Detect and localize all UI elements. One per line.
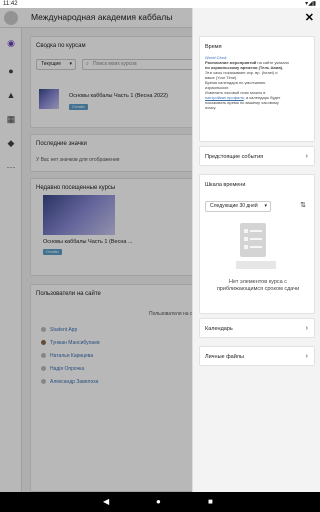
status-time: 11:42 bbox=[3, 1, 18, 7]
timeline-empty-text: Нет элементов курса с приближающимся сро… bbox=[216, 279, 300, 292]
calendar-title: Календарь bbox=[205, 326, 233, 332]
timeline-block: Шкала времени Следующие 30 дней ▾ ⇅ Нет … bbox=[199, 174, 315, 314]
sort-icon[interactable]: ⇅ bbox=[300, 201, 306, 209]
status-icons: ▾◢▮ bbox=[305, 1, 316, 7]
home-icon[interactable]: ● bbox=[156, 497, 161, 507]
close-icon[interactable]: ✕ bbox=[305, 13, 314, 24]
timeline-range-value: Следующие 30 дней bbox=[210, 203, 258, 209]
drawer-scrim[interactable] bbox=[0, 8, 192, 492]
status-bar: 11:42 ▾◢▮ bbox=[0, 0, 320, 8]
timeline-range-select[interactable]: Следующие 30 дней ▾ bbox=[205, 201, 271, 212]
private-files-title: Личные файлы bbox=[205, 354, 244, 360]
block-drawer: ✕ Время World Clock Расписание мероприят… bbox=[192, 8, 320, 492]
chevron-right-icon: › bbox=[305, 325, 308, 332]
upcoming-events-block[interactable]: Предстоящие события › bbox=[199, 146, 315, 166]
chevron-down-icon: ▾ bbox=[264, 203, 267, 209]
system-nav-bar: ◀ ● ■ bbox=[0, 492, 320, 512]
timeline-title: Шкала времени bbox=[205, 182, 246, 188]
back-icon[interactable]: ◀ bbox=[103, 497, 109, 507]
chevron-right-icon: › bbox=[305, 353, 308, 360]
calendar-block[interactable]: Календарь › bbox=[199, 318, 315, 338]
time-block-title: Время bbox=[205, 44, 222, 50]
chevron-right-icon: › bbox=[305, 153, 308, 160]
time-block-text: World Clock Расписание мероприятий на са… bbox=[205, 55, 295, 110]
upcoming-events-title: Предстоящие события bbox=[205, 154, 264, 160]
recents-icon[interactable]: ■ bbox=[208, 497, 213, 507]
private-files-block[interactable]: Личные файлы › bbox=[199, 346, 315, 366]
time-block: Время World Clock Расписание мероприятий… bbox=[199, 36, 315, 142]
empty-timeline-icon bbox=[236, 223, 276, 269]
